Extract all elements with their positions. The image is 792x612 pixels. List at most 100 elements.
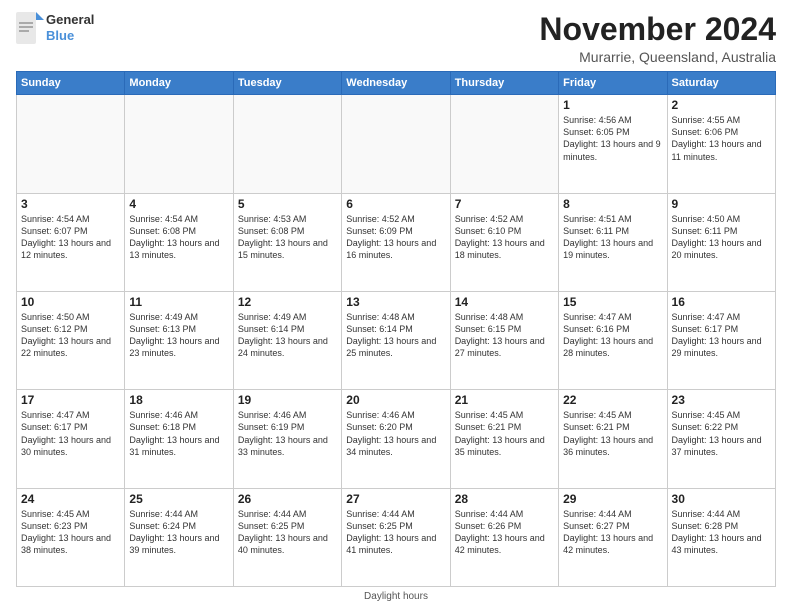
- calendar-day-header: Monday: [125, 72, 233, 95]
- calendar-cell: [342, 95, 450, 193]
- calendar-cell: 2Sunrise: 4:55 AM Sunset: 6:06 PM Daylig…: [667, 95, 775, 193]
- title-section: November 2024 Murarrie, Queensland, Aust…: [539, 12, 776, 65]
- calendar-cell: 3 Sunrise: 4:54 AM Sunset: 6:07 PM Daylig…: [17, 193, 125, 291]
- calendar-cell: [450, 95, 558, 193]
- day-number: 28: [455, 492, 554, 506]
- day-info: Sunrise: 4:49 AM Sunset: 6:14 PM Dayligh…: [238, 311, 337, 360]
- day-info: Sunrise: 4:44 AM Sunset: 6:28 PM Dayligh…: [672, 508, 771, 557]
- calendar-cell: 8 Sunrise: 4:51 AM Sunset: 6:11 PM Daylig…: [559, 193, 667, 291]
- calendar-cell: [125, 95, 233, 193]
- day-info: Sunrise: 4:46 AM Sunset: 6:20 PM Dayligh…: [346, 409, 445, 458]
- calendar-cell: 29Sunrise: 4:44 AM Sunset: 6:27 PM Dayli…: [559, 488, 667, 586]
- day-info: Sunrise: 4:51 AM Sunset: 6:11 PM Dayligh…: [563, 213, 662, 262]
- calendar-cell: 19 Sunrise: 4:46 AM Sunset: 6:19 PM Dayli…: [233, 390, 341, 488]
- footer-note: Daylight hours: [16, 591, 776, 602]
- header: General Blue November 2024 Murarrie, Que…: [16, 12, 776, 65]
- calendar-cell: 10 Sunrise: 4:50 AM Sunset: 6:12 PM Dayli…: [17, 291, 125, 389]
- day-number: 16: [672, 295, 771, 309]
- page: General Blue November 2024 Murarrie, Que…: [0, 0, 792, 612]
- day-number: 5: [238, 197, 337, 211]
- day-info: Sunrise: 4:56 AM Sunset: 6:05 PM Dayligh…: [563, 114, 662, 163]
- day-number: 7: [455, 197, 554, 211]
- calendar-cell: 25Sunrise: 4:44 AM Sunset: 6:24 PM Dayli…: [125, 488, 233, 586]
- calendar-cell: 30 Sunrise: 4:44 AM Sunset: 6:28 PM Dayli…: [667, 488, 775, 586]
- day-number: 4: [129, 197, 228, 211]
- day-info: Sunrise: 4:52 AM Sunset: 6:10 PM Dayligh…: [455, 213, 554, 262]
- day-info: Sunrise: 4:48 AM Sunset: 6:14 PM Dayligh…: [346, 311, 445, 360]
- month-title: November 2024: [539, 12, 776, 47]
- calendar-day-header: Sunday: [17, 72, 125, 95]
- logo-blue-text: Blue: [46, 28, 94, 44]
- day-info: Sunrise: 4:45 AM Sunset: 6:22 PM Dayligh…: [672, 409, 771, 458]
- day-number: 27: [346, 492, 445, 506]
- calendar-cell: 21Sunrise: 4:45 AM Sunset: 6:21 PM Dayli…: [450, 390, 558, 488]
- day-info: Sunrise: 4:44 AM Sunset: 6:25 PM Dayligh…: [346, 508, 445, 557]
- day-info: Sunrise: 4:50 AM Sunset: 6:11 PM Dayligh…: [672, 213, 771, 262]
- calendar-cell: 28 Sunrise: 4:44 AM Sunset: 6:26 PM Dayli…: [450, 488, 558, 586]
- logo-text: General Blue: [46, 12, 94, 43]
- calendar-day-header: Friday: [559, 72, 667, 95]
- day-info: Sunrise: 4:48 AM Sunset: 6:15 PM Dayligh…: [455, 311, 554, 360]
- day-number: 13: [346, 295, 445, 309]
- logo: General Blue: [16, 12, 94, 44]
- day-info: Sunrise: 4:54 AM Sunset: 6:08 PM Dayligh…: [129, 213, 228, 262]
- logo-general-text: General: [46, 12, 94, 28]
- calendar-week-row: 3 Sunrise: 4:54 AM Sunset: 6:07 PM Daylig…: [17, 193, 776, 291]
- day-info: Sunrise: 4:45 AM Sunset: 6:21 PM Dayligh…: [563, 409, 662, 458]
- calendar-week-row: 24 Sunrise: 4:45 AM Sunset: 6:23 PM Dayli…: [17, 488, 776, 586]
- calendar-week-row: 10 Sunrise: 4:50 AM Sunset: 6:12 PM Dayli…: [17, 291, 776, 389]
- day-number: 10: [21, 295, 120, 309]
- calendar-cell: 20Sunrise: 4:46 AM Sunset: 6:20 PM Dayli…: [342, 390, 450, 488]
- day-number: 11: [129, 295, 228, 309]
- calendar-cell: [17, 95, 125, 193]
- day-info: Sunrise: 4:54 AM Sunset: 6:07 PM Dayligh…: [21, 213, 120, 262]
- day-number: 18: [129, 393, 228, 407]
- calendar-day-header: Saturday: [667, 72, 775, 95]
- calendar-cell: 1 Sunrise: 4:56 AM Sunset: 6:05 PM Daylig…: [559, 95, 667, 193]
- day-info: Sunrise: 4:46 AM Sunset: 6:18 PM Dayligh…: [129, 409, 228, 458]
- day-number: 30: [672, 492, 771, 506]
- day-number: 21: [455, 393, 554, 407]
- day-info: Sunrise: 4:44 AM Sunset: 6:25 PM Dayligh…: [238, 508, 337, 557]
- day-number: 26: [238, 492, 337, 506]
- day-number: 15: [563, 295, 662, 309]
- calendar-cell: 26 Sunrise: 4:44 AM Sunset: 6:25 PM Dayli…: [233, 488, 341, 586]
- day-number: 23: [672, 393, 771, 407]
- calendar-day-header: Thursday: [450, 72, 558, 95]
- day-info: Sunrise: 4:47 AM Sunset: 6:17 PM Dayligh…: [21, 409, 120, 458]
- location-title: Murarrie, Queensland, Australia: [539, 49, 776, 65]
- calendar-cell: 4 Sunrise: 4:54 AM Sunset: 6:08 PM Daylig…: [125, 193, 233, 291]
- calendar-cell: 6 Sunrise: 4:52 AM Sunset: 6:09 PM Daylig…: [342, 193, 450, 291]
- calendar-header-row: SundayMondayTuesdayWednesdayThursdayFrid…: [17, 72, 776, 95]
- day-number: 17: [21, 393, 120, 407]
- calendar-cell: [233, 95, 341, 193]
- calendar-cell: 23 Sunrise: 4:45 AM Sunset: 6:22 PM Dayli…: [667, 390, 775, 488]
- day-info: Sunrise: 4:45 AM Sunset: 6:23 PM Dayligh…: [21, 508, 120, 557]
- day-info: Sunrise: 4:52 AM Sunset: 6:09 PM Dayligh…: [346, 213, 445, 262]
- day-info: Sunrise: 4:50 AM Sunset: 6:12 PM Dayligh…: [21, 311, 120, 360]
- day-number: 14: [455, 295, 554, 309]
- day-info: Sunrise: 4:47 AM Sunset: 6:17 PM Dayligh…: [672, 311, 771, 360]
- calendar-cell: 12 Sunrise: 4:49 AM Sunset: 6:14 PM Dayli…: [233, 291, 341, 389]
- day-number: 24: [21, 492, 120, 506]
- calendar-cell: 13 Sunrise: 4:48 AM Sunset: 6:14 PM Dayli…: [342, 291, 450, 389]
- day-number: 19: [238, 393, 337, 407]
- day-info: Sunrise: 4:44 AM Sunset: 6:26 PM Dayligh…: [455, 508, 554, 557]
- day-number: 25: [129, 492, 228, 506]
- day-info: Sunrise: 4:46 AM Sunset: 6:19 PM Dayligh…: [238, 409, 337, 458]
- calendar-cell: 16 Sunrise: 4:47 AM Sunset: 6:17 PM Dayli…: [667, 291, 775, 389]
- day-number: 3: [21, 197, 120, 211]
- day-number: 8: [563, 197, 662, 211]
- day-number: 1: [563, 98, 662, 112]
- logo-shape: [16, 12, 44, 44]
- calendar-week-row: 17 Sunrise: 4:47 AM Sunset: 6:17 PM Dayli…: [17, 390, 776, 488]
- calendar-day-header: Wednesday: [342, 72, 450, 95]
- calendar-cell: 22 Sunrise: 4:45 AM Sunset: 6:21 PM Dayli…: [559, 390, 667, 488]
- day-number: 22: [563, 393, 662, 407]
- calendar-cell: 18 Sunrise: 4:46 AM Sunset: 6:18 PM Dayli…: [125, 390, 233, 488]
- calendar-day-header: Tuesday: [233, 72, 341, 95]
- day-number: 12: [238, 295, 337, 309]
- calendar-cell: 9Sunrise: 4:50 AM Sunset: 6:11 PM Daylig…: [667, 193, 775, 291]
- daylight-label: Daylight hours: [364, 591, 428, 602]
- day-number: 6: [346, 197, 445, 211]
